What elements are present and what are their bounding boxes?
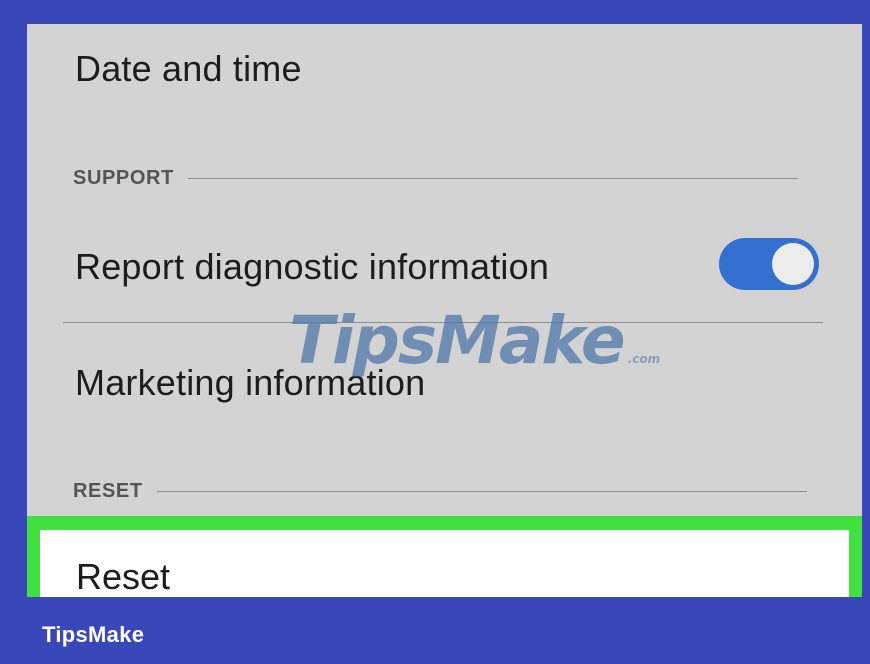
toggle-knob xyxy=(772,243,814,285)
reset-label: Reset xyxy=(76,556,171,597)
support-section-header: SUPPORT xyxy=(73,166,798,190)
reset-highlight: Reset xyxy=(27,516,862,597)
support-header-label: SUPPORT xyxy=(73,166,174,189)
report-diagnostic-label: Report diagnostic information xyxy=(75,246,550,287)
reset-item[interactable]: Reset xyxy=(40,530,849,597)
reset-section-header: RESET xyxy=(73,479,807,503)
watermark-sub: .com xyxy=(627,352,661,366)
report-diagnostic-toggle[interactable] xyxy=(719,238,819,290)
reset-header-label: RESET xyxy=(73,479,143,502)
reset-header-line xyxy=(156,490,807,492)
date-and-time-item[interactable]: Date and time xyxy=(75,48,302,90)
brand-logo-text: TipsMake xyxy=(42,622,145,647)
marketing-information-item[interactable]: Marketing information xyxy=(75,362,425,404)
support-header-line xyxy=(187,177,798,179)
settings-screen: Date and time SUPPORT Report diagnostic … xyxy=(27,24,862,597)
divider xyxy=(63,322,823,323)
